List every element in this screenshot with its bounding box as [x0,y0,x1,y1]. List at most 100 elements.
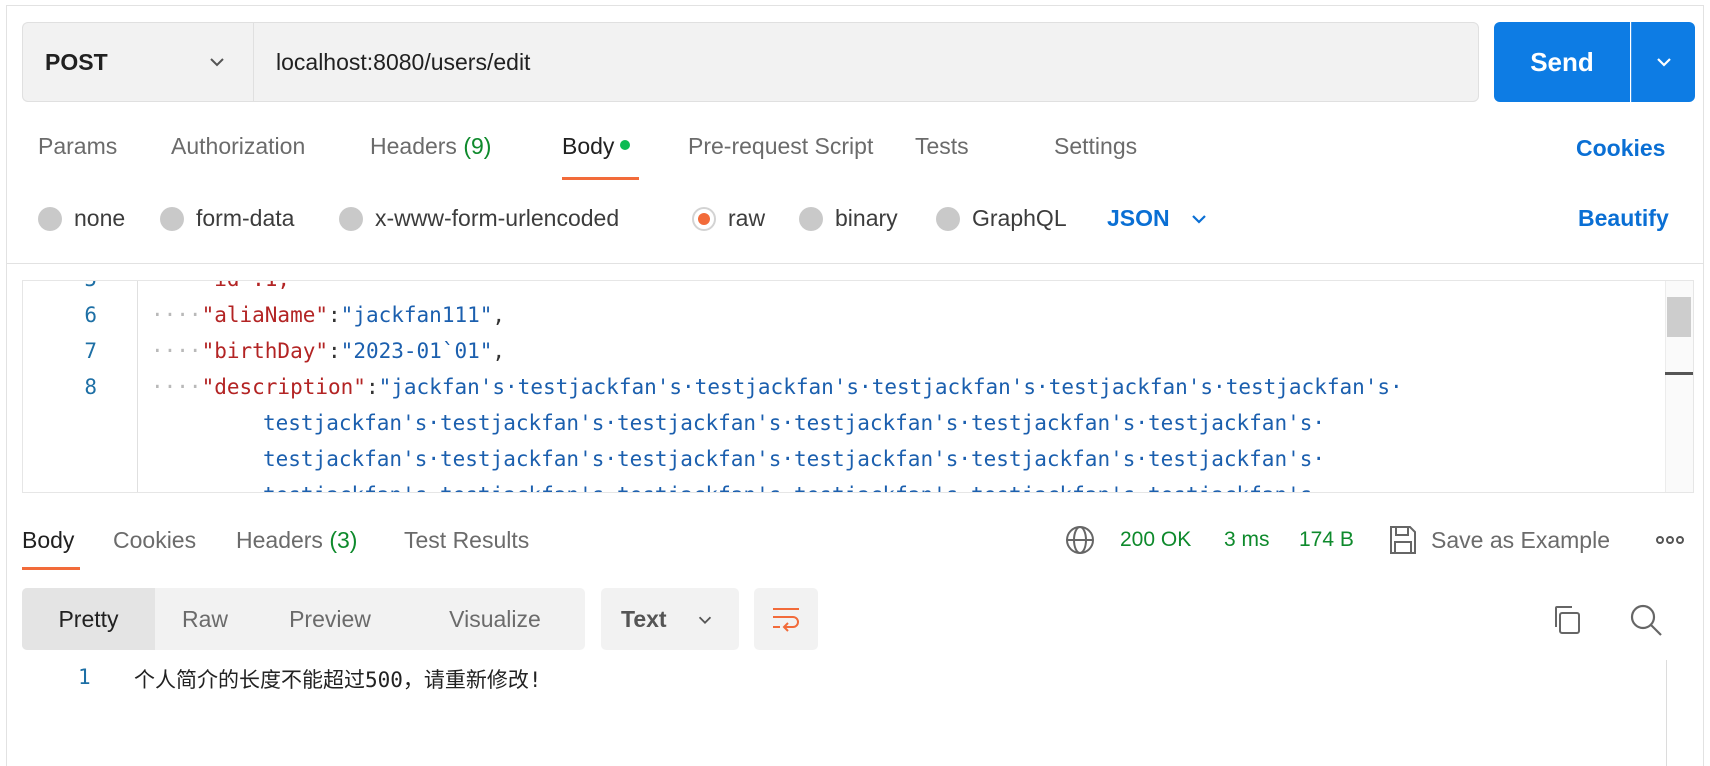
json-key: "description" [201,375,366,399]
tab-authorization[interactable]: Authorization [171,133,305,160]
url-text: localhost:8080/users/edit [276,48,531,75]
json-value: "2023-01`01" [340,339,493,363]
radio-raw[interactable]: raw [692,205,765,232]
tab-body[interactable]: Body [562,133,631,160]
indent: ···· [151,303,202,327]
response-size[interactable]: 174 B [1299,528,1354,552]
radio-none-label: none [74,205,126,231]
method-select[interactable]: POST [22,22,254,102]
tab-headers-label: Headers [370,133,457,159]
more-icon[interactable] [1655,530,1685,550]
line-number: 6 [84,303,97,327]
chevron-down-icon [1191,214,1206,224]
json-key: "aliaName" [201,303,329,327]
radio-raw-label: raw [728,205,766,231]
indent: ···· [151,339,202,363]
cookies-link[interactable]: Cookies [1576,135,1665,162]
radio-none[interactable]: none [38,205,125,232]
indent: ···· [151,375,202,399]
radio-urlencoded-label: x-www-form-urlencoded [375,205,620,231]
chevron-down-icon [1656,58,1671,67]
status-code[interactable]: 200 OK [1120,528,1191,552]
line-number: 8 [84,375,97,399]
radio-dot-selected [692,206,716,231]
radio-graphql[interactable]: GraphQL [936,205,1067,232]
trailing-comma: , [492,339,506,363]
code-line: ····"id":1, [151,281,291,291]
tab-tests[interactable]: Tests [915,133,969,160]
radio-binary-label: binary [835,205,898,231]
wrapped-line: testjackfan's·testjackfan's·testjackfan'… [263,411,1326,435]
response-body-text: 个人简介的长度不能超过500，请重新修改! [134,668,542,692]
response-tab-headers-label: Headers [236,527,323,553]
editor-scrollbar[interactable] [1665,281,1693,492]
radio-binary[interactable]: binary [799,205,898,232]
code-line: ····"birthDay":"2023-01`01", [151,339,505,363]
body-indicator-dot [620,139,631,150]
language-select[interactable]: JSON [1107,205,1210,232]
separator: : [328,339,341,363]
radio-dot [799,206,823,231]
radio-dot [936,206,960,231]
globe-icon[interactable] [1064,524,1096,556]
view-preview-label: Preview [289,605,371,632]
json-key: "birthDay" [201,339,329,363]
wrap-lines-button[interactable] [754,588,818,650]
method-label: POST [45,48,108,75]
radio-dot [160,206,184,231]
send-dropdown-button[interactable] [1631,22,1695,102]
view-raw-button[interactable]: Raw [155,588,255,650]
radio-form-data-label: form-data [196,205,295,231]
scrollbar-thumb[interactable] [1667,297,1691,337]
tab-body-label: Body [562,133,615,159]
view-mode-toolbar: Pretty Raw Preview Visualize [22,588,585,650]
save-as-example-button[interactable]: Save as Example [1431,527,1610,554]
separator: : [365,375,379,399]
url-input[interactable]: localhost:8080/users/edit [253,22,1479,102]
view-preview-button[interactable]: Preview [255,588,405,650]
radio-dot [38,206,62,231]
response-tab-headers[interactable]: Headers (3) [236,527,357,554]
send-label: Send [1530,46,1594,77]
code-line: ····"aliaName":"jackfan111", [151,303,505,327]
view-raw-label: Raw [181,605,228,632]
trailing-comma: , [492,303,506,327]
send-button[interactable]: Send [1494,22,1630,102]
tab-settings[interactable]: Settings [1054,133,1137,160]
wrapped-line: testjackfan's·testjackfan's·testjackfan'… [263,483,1325,492]
response-tab-cookies[interactable]: Cookies [113,527,196,554]
tab-headers[interactable]: Headers (9) [370,133,491,160]
search-icon[interactable] [1628,602,1664,638]
radio-form-data[interactable]: form-data [160,205,294,232]
view-visualize-button[interactable]: Visualize [405,588,585,650]
headers-count: (9) [463,133,492,159]
active-tab-underline [562,177,639,180]
language-label: JSON [1107,205,1170,231]
response-time[interactable]: 3 ms [1224,528,1270,552]
tab-prerequest-script[interactable]: Pre-request Script [688,133,873,160]
view-pretty-button[interactable]: Pretty [22,588,155,650]
chevron-down-icon [210,58,224,67]
code-text: "id":1, [202,281,291,291]
radio-graphql-label: GraphQL [972,205,1067,231]
beautify-button[interactable]: Beautify [1578,205,1669,232]
response-scrollbar[interactable] [1666,660,1667,766]
response-line-number: 1 [78,665,91,689]
active-response-tab-underline [22,567,80,570]
format-select[interactable]: Text [601,588,739,650]
response-tab-test-results[interactable]: Test Results [404,527,529,554]
save-icon[interactable] [1388,524,1418,556]
radio-urlencoded[interactable]: x-www-form-urlencoded [339,205,619,232]
copy-icon[interactable] [1550,603,1584,637]
request-body-editor[interactable]: 5 6 7 8 ····"id":1, ····"aliaName":"jack… [22,280,1694,493]
wrap-icon [773,608,799,632]
json-value: "jackfan111" [340,303,493,327]
response-headers-count: (3) [329,527,358,553]
wrapped-line: testjackfan's·testjackfan's·testjackfan'… [263,447,1326,471]
scrollbar-marker [1665,372,1693,375]
chevron-down-icon [698,616,712,625]
response-tab-body[interactable]: Body [22,527,74,554]
tab-params[interactable]: Params [38,133,117,160]
json-value: "jackfan's·testjackfan's·testjackfan's·t… [378,375,1403,399]
format-label: Text [621,605,667,632]
